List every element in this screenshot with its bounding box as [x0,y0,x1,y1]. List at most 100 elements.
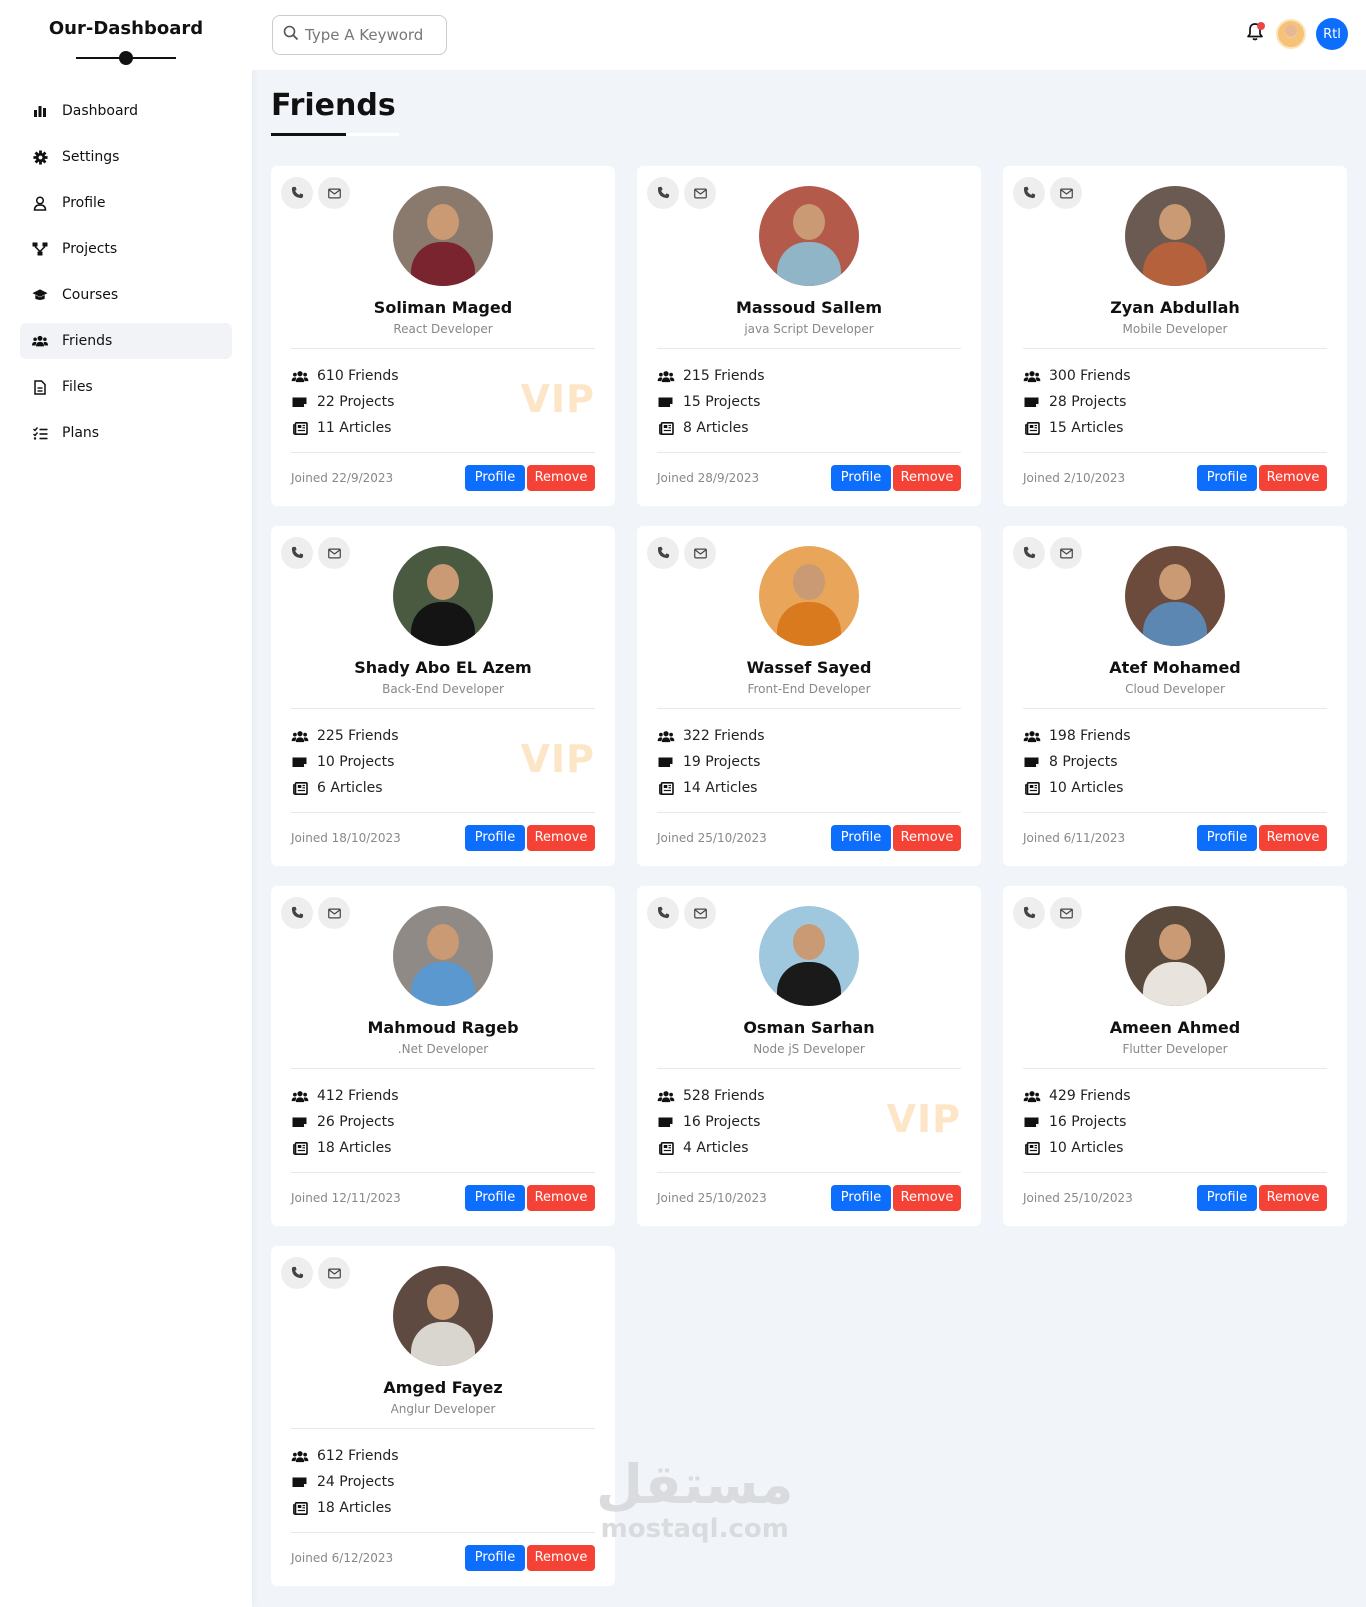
articles-count: 18 Articles [291,1495,595,1521]
remove-button[interactable]: Remove [1259,464,1327,491]
friends-count-text: 300 Friends [1049,368,1131,384]
card-footer: Joined 22/9/2023 Profile Remove [291,452,595,502]
profile-button[interactable]: Profile [1197,464,1257,491]
sidebar-item-label: Friends [62,333,113,349]
friend-avatar [393,906,493,1006]
call-button[interactable] [647,537,679,569]
remove-button[interactable]: Remove [1259,824,1327,851]
users-icon [32,333,48,349]
joined-date: Joined 22/9/2023 [291,470,394,485]
sidebar-item-profile[interactable]: Profile [20,185,232,221]
sidebar-item-settings[interactable]: Settings [20,139,232,175]
email-button[interactable] [1050,537,1082,569]
remove-button[interactable]: Remove [1259,1184,1327,1211]
envelope-icon [327,1264,341,1283]
projects-count: 24 Projects [291,1469,595,1495]
notification-dot [1257,22,1265,30]
profile-button[interactable]: Profile [831,1184,891,1211]
sidebar-item-plans[interactable]: Plans [20,415,232,451]
folder-icon [291,756,309,768]
friend-stats: 300 Friends 28 Projects 15 Articles [1023,349,1327,452]
sidebar-item-dashboard[interactable]: Dashboard [20,93,232,129]
joined-date: Joined 6/12/2023 [291,1550,394,1565]
profile-button[interactable]: Profile [831,824,891,851]
card-footer: Joined 6/12/2023 Profile Remove [291,1532,595,1582]
friend-role: Front-End Developer [747,682,871,696]
remove-button[interactable]: Remove [893,824,961,851]
projects-count: 26 Projects [291,1109,595,1135]
friend-card: Wassef Sayed Front-End Developer 322 Frien… [637,526,981,866]
profile-button[interactable]: Profile [1197,1184,1257,1211]
contact-actions [281,1257,350,1289]
friend-card: Amged Fayez Anglur Developer 612 Friends 24… [271,1246,615,1586]
remove-button[interactable]: Remove [527,1544,595,1571]
remove-button[interactable]: Remove [893,464,961,491]
email-button[interactable] [318,537,350,569]
email-button[interactable] [1050,897,1082,929]
sidebar-item-files[interactable]: Files [20,369,232,405]
remove-button[interactable]: Remove [893,1184,961,1211]
friends-count-text: 610 Friends [317,368,399,384]
user-icon [32,195,48,211]
call-button[interactable] [1013,177,1045,209]
sidebar-item-courses[interactable]: Courses [20,277,232,313]
call-button[interactable] [647,897,679,929]
friend-stats: 322 Friends 19 Projects 14 Articles [657,709,961,812]
phone-icon [657,184,670,203]
call-button[interactable] [647,177,679,209]
friend-name: Amged Fayez [383,1378,503,1397]
vip-badge: VIP [520,377,595,421]
newspaper-icon [657,781,675,795]
notifications-button[interactable] [1242,21,1268,47]
call-button[interactable] [1013,897,1045,929]
articles-count-text: 10 Articles [1049,780,1124,796]
email-button[interactable] [318,177,350,209]
contact-actions [1013,537,1082,569]
profile-button[interactable]: Profile [831,464,891,491]
card-footer: Joined 2/10/2023 Profile Remove [1023,452,1327,502]
email-button[interactable] [684,177,716,209]
users-icon [657,1090,675,1103]
brand-underline [76,51,176,65]
articles-count-text: 11 Articles [317,420,392,436]
profile-button[interactable]: Profile [1197,824,1257,851]
email-button[interactable] [684,537,716,569]
call-button[interactable] [281,1257,313,1289]
rtl-toggle-button[interactable]: Rtl [1316,18,1348,50]
profile-button[interactable]: Profile [465,464,525,491]
email-button[interactable] [318,1257,350,1289]
search-box[interactable] [272,15,447,55]
call-button[interactable] [281,897,313,929]
user-avatar[interactable] [1276,19,1306,49]
profile-button[interactable]: Profile [465,1544,525,1571]
newspaper-icon [1023,421,1041,435]
projects-count-text: 10 Projects [317,754,395,770]
sidebar-nav: Dashboard Settings Profile Projects Courses F… [0,93,252,451]
search-input[interactable] [305,26,435,44]
friend-stats: 225 Friends 10 Projects 6 Articles VIP [291,709,595,812]
email-button[interactable] [684,897,716,929]
users-icon [291,730,309,743]
projects-count-text: 26 Projects [317,1114,395,1130]
chart-bar-icon [32,103,48,119]
profile-button[interactable]: Profile [465,1184,525,1211]
friend-card: Soliman Maged React Developer 610 Friends 2… [271,166,615,506]
remove-button[interactable]: Remove [527,824,595,851]
call-button[interactable] [1013,537,1045,569]
call-button[interactable] [281,537,313,569]
friend-stats: 198 Friends 8 Projects 10 Articles [1023,709,1327,812]
sidebar-item-friends[interactable]: Friends [20,323,232,359]
call-button[interactable] [281,177,313,209]
projects-count-text: 16 Projects [1049,1114,1127,1130]
joined-date: Joined 25/10/2023 [657,1190,767,1205]
remove-button[interactable]: Remove [527,464,595,491]
search-icon [283,25,299,45]
friend-name: Soliman Maged [373,298,513,317]
remove-button[interactable]: Remove [527,1184,595,1211]
friends-count: 429 Friends [1023,1083,1327,1109]
profile-button[interactable]: Profile [465,824,525,851]
email-button[interactable] [1050,177,1082,209]
sidebar-item-projects[interactable]: Projects [20,231,232,267]
joined-date: Joined 25/10/2023 [1023,1190,1133,1205]
email-button[interactable] [318,897,350,929]
